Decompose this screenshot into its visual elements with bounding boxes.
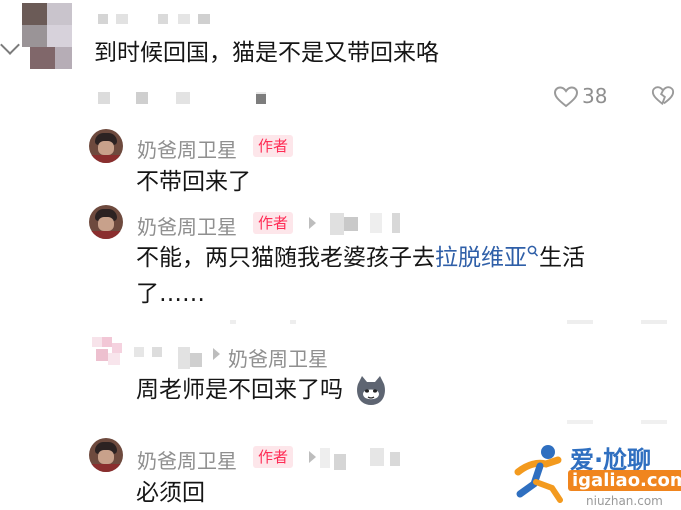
watermark-site: igaliao.com [568, 470, 681, 491]
reply-text: 必须回 [136, 480, 205, 506]
author-badge: 作者 [253, 212, 294, 234]
location-link[interactable]: 拉脱维亚 [435, 245, 527, 271]
watermark-site-secondary: niuzhan.com [586, 494, 663, 508]
top-comment-text: 到时候回国，猫是不是又带回来咯 [94, 40, 439, 66]
reply-text: 不能，两只猫随我老婆孩子去拉脱维亚 生活 [136, 241, 585, 275]
reply-text-part: 不能，两只猫随我老婆孩子去 [136, 245, 435, 271]
like-button[interactable]: 38 [553, 84, 625, 110]
search-icon [527, 245, 539, 257]
heart-icon [553, 86, 579, 108]
author-avatar[interactable] [89, 129, 123, 163]
reply-text: 不带回来了 [136, 169, 251, 195]
reply-text: 周老师是不回来了吗 [136, 373, 388, 408]
broken-heart-icon [651, 86, 675, 106]
reply-text-part: 周老师是不回来了吗 [136, 377, 343, 403]
author-badge: 作者 [253, 135, 294, 157]
author-badge: 作者 [253, 446, 294, 468]
reply-author-name[interactable]: 奶爸周卫星 [137, 211, 237, 240]
reply-to-name[interactable]: 奶爸周卫星 [228, 343, 328, 372]
reply-arrow-icon [309, 451, 316, 463]
reply-author-name[interactable]: 奶爸周卫星 [137, 445, 237, 474]
commenter-avatar[interactable] [22, 3, 72, 69]
reply-author-name[interactable]: 奶爸周卫星 [137, 134, 237, 163]
author-avatar[interactable] [89, 205, 123, 239]
reply-indicator-icon [0, 35, 20, 55]
reply-arrow-icon [309, 217, 316, 229]
watermark: 爱·尬聊 igaliao.com niuzhan.com [510, 440, 681, 508]
reply-text-part: 生活 [539, 245, 585, 271]
cat-emoji-icon [357, 375, 386, 405]
runner-logo-icon [514, 445, 563, 503]
like-count: 38 [582, 84, 608, 108]
user-avatar[interactable] [92, 337, 122, 367]
author-avatar[interactable] [89, 438, 123, 472]
reply-arrow-icon [213, 348, 220, 360]
dislike-button[interactable] [651, 84, 675, 110]
reply-text-line2: 了…… [136, 281, 205, 307]
